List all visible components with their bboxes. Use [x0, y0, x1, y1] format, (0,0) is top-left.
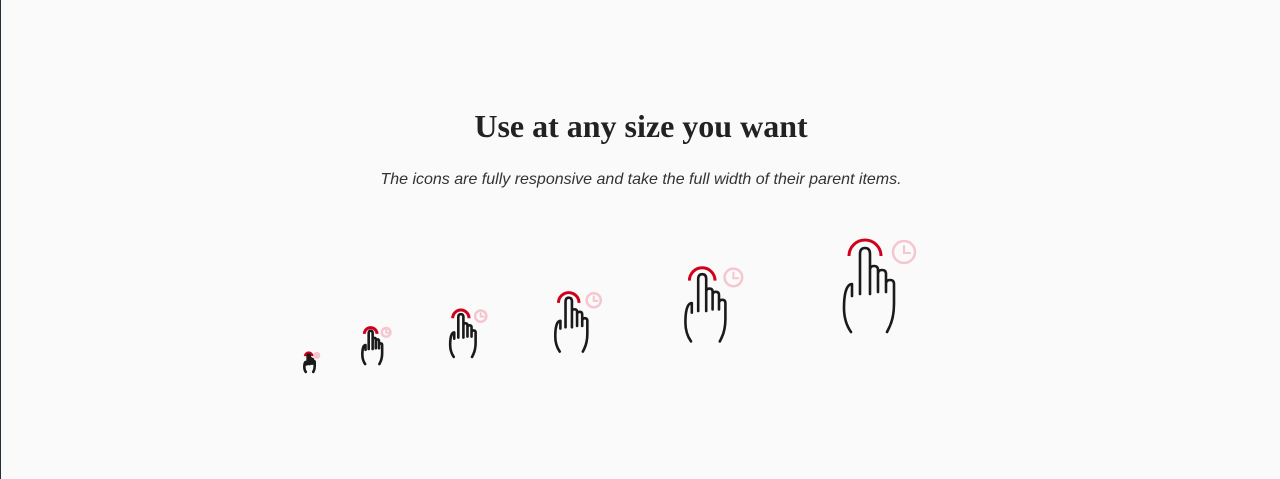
tap-hold-icon-size-1: [301, 352, 323, 374]
section-subtitle: The icons are fully responsive and take …: [380, 171, 902, 188]
tap-hold-icon-graphic: [361, 326, 393, 368]
tap-hold-icon-size-5: [683, 264, 747, 350]
clock-icon: [587, 293, 601, 307]
clock-icon: [475, 311, 486, 322]
tap-hold-icon-size-4: [553, 290, 605, 358]
clock-icon: [314, 353, 319, 358]
pointing-hand-icon: [450, 314, 475, 357]
tap-hold-icon-graphic: [447, 308, 491, 362]
clock-icon: [382, 328, 391, 337]
tap-hold-icon-size-3: [447, 308, 491, 362]
pointing-hand-icon: [304, 354, 314, 371]
tap-hold-icon-size-6: [841, 236, 921, 342]
section-title: Use at any size you want: [474, 108, 808, 144]
pointing-hand-icon: [685, 274, 725, 341]
tap-hold-icon-graphic: [301, 352, 323, 374]
tap-hold-icon-graphic: [841, 236, 921, 342]
clock-icon: [893, 241, 915, 263]
pointing-hand-icon: [555, 298, 587, 352]
tap-hold-icon-graphic: [683, 264, 747, 350]
tap-hold-icon-graphic: [553, 290, 605, 358]
clock-icon: [725, 269, 743, 287]
pointing-hand-icon: [844, 248, 894, 332]
pointing-hand-icon: [362, 331, 382, 364]
tap-hold-icon-size-2: [361, 326, 393, 368]
